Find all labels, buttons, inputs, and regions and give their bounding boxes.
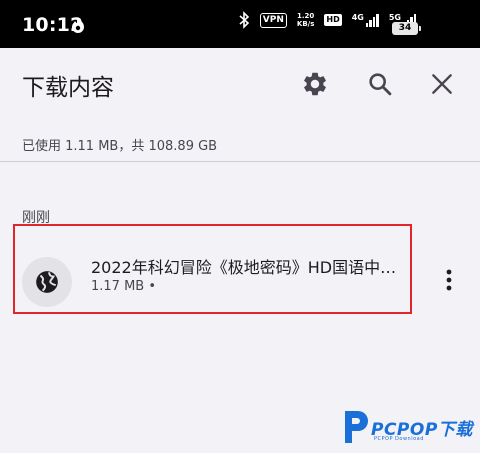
- file-type-badge: [22, 257, 72, 307]
- more-options-button[interactable]: [434, 262, 464, 298]
- close-button[interactable]: [424, 66, 460, 102]
- search-icon: [369, 73, 392, 96]
- vpn-badge: VPN: [259, 12, 287, 28]
- status-icons: VPN 1.20 KB/s HD 4G 5G: [238, 11, 416, 29]
- signal-4g-label: 4G: [351, 13, 364, 22]
- settings-button[interactable]: [297, 66, 333, 102]
- storage-summary: 已使用 1.11 MB，共 108.89 GB: [22, 139, 218, 154]
- hd-badge: HD: [324, 14, 342, 26]
- signal-5g-label: 5G: [388, 13, 401, 22]
- status-bar: 10:12 VPN 1.20 KB/s HD 4G 5G 34: [0, 0, 480, 48]
- gear-icon: [304, 72, 326, 96]
- page-title: 下载内容: [22, 75, 114, 101]
- download-title: 2022年科幻冒险《极地密码》HD国语中…: [91, 258, 397, 277]
- download-meta: 1.17 MB •: [91, 279, 157, 294]
- close-icon: [432, 74, 452, 94]
- search-button[interactable]: [362, 66, 398, 102]
- fire-icon: [72, 17, 84, 33]
- net-speed: 1.20 KB/s: [297, 12, 314, 28]
- globe-icon: [36, 271, 58, 293]
- watermark-subtext: PCPOP Download: [374, 436, 424, 442]
- battery-indicator: 34: [392, 22, 421, 35]
- divider: [0, 161, 480, 162]
- watermark-logo-icon: [345, 411, 368, 443]
- watermark: PCPOP下载 PCPOP Download: [341, 409, 473, 445]
- net-speed-value: 1.20: [296, 12, 315, 20]
- signal-4g-icon: 4G: [352, 13, 379, 27]
- bluetooth-icon: [239, 11, 249, 29]
- net-speed-unit: KB/s: [296, 20, 315, 28]
- download-item[interactable]: 2022年科幻冒险《极地密码》HD国语中… 1.17 MB •: [13, 224, 412, 314]
- more-vert-icon: [446, 269, 452, 291]
